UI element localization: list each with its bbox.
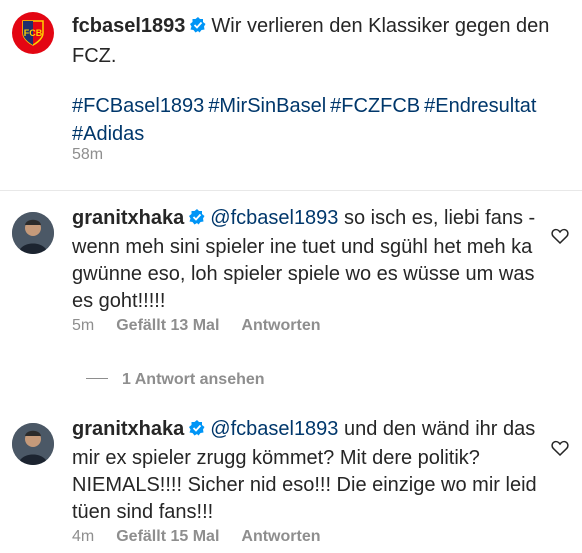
post-caption: FCB fcbasel1893 Wir verlieren den Klassik… — [0, 0, 582, 183]
svg-text:FCB: FCB — [24, 28, 43, 38]
reply-button[interactable]: Antworten — [241, 528, 320, 545]
verified-badge-icon — [188, 418, 206, 445]
comment-meta: 5m Gefällt 13 Mal Antworten — [72, 317, 343, 335]
comment-mention[interactable]: @fcbasel1893 — [210, 207, 338, 229]
verified-badge-icon — [188, 207, 206, 234]
comment-time: 4m — [72, 528, 95, 545]
comment-text: granitxhaka @fcbasel1893 und den wänd ihr… — [72, 416, 542, 526]
comment-meta: 4m Gefällt 15 Mal Antworten — [72, 528, 343, 546]
verified-badge-icon — [189, 14, 207, 42]
comment-likes[interactable]: Gefällt 13 Mal — [116, 317, 219, 334]
like-heart-icon[interactable] — [551, 440, 569, 456]
player-photo-icon — [12, 212, 54, 254]
replies-line — [86, 378, 108, 379]
comment-mention[interactable]: @fcbasel1893 — [210, 418, 338, 440]
caption-timestamp: 58m — [72, 146, 104, 163]
user-avatar[interactable] — [12, 212, 54, 254]
hashtag-link[interactable]: #FCBasel1893 — [72, 95, 204, 117]
comment-likes[interactable]: Gefällt 15 Mal — [116, 528, 219, 545]
reply-button[interactable]: Antworten — [241, 317, 320, 334]
club-crest-icon: FCB — [22, 20, 44, 46]
caption-hashtags: #FCBasel1893 #MirSinBasel #FCZFCB #Endresul… — [72, 92, 572, 148]
hashtag-link[interactable]: #Adidas — [72, 123, 144, 145]
view-replies-button[interactable]: 1 Antwort ansehen — [86, 371, 265, 389]
comment-text: granitxhaka @fcbasel1893 so isch es, lieb… — [72, 205, 542, 315]
club-avatar[interactable]: FCB — [12, 12, 54, 54]
divider — [0, 190, 582, 191]
player-photo-icon — [12, 423, 54, 465]
hashtag-link[interactable]: #FCZFCB — [330, 95, 420, 117]
caption-text: fcbasel1893 Wir verlieren den Klassiker g… — [72, 12, 572, 70]
hashtag-link[interactable]: #Endresultat — [424, 95, 536, 117]
comment-username[interactable]: granitxhaka — [72, 207, 184, 229]
like-heart-icon[interactable] — [551, 228, 569, 244]
comment-username[interactable]: granitxhaka — [72, 418, 184, 440]
comment-time: 5m — [72, 317, 95, 334]
user-avatar[interactable] — [12, 423, 54, 465]
caption-username[interactable]: fcbasel1893 — [72, 15, 185, 37]
view-replies-label: 1 Antwort ansehen — [122, 371, 265, 388]
hashtag-link[interactable]: #MirSinBasel — [208, 95, 326, 117]
